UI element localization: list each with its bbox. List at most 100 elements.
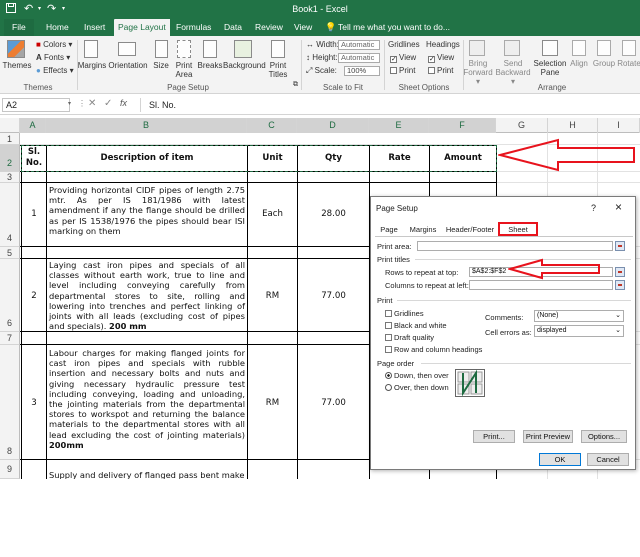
size-button[interactable]: Size <box>150 61 172 70</box>
selection-pane-button[interactable]: Selection Pane <box>532 59 568 77</box>
tab-home[interactable]: Home <box>44 19 71 36</box>
row-header-1[interactable]: 1 <box>0 133 20 145</box>
column-header-c[interactable]: C <box>247 118 297 133</box>
header-sl-no[interactable]: Sl. No. <box>22 147 46 169</box>
align-button[interactable]: Align <box>566 59 592 68</box>
group-icon[interactable] <box>597 40 611 56</box>
group-button[interactable]: Group <box>591 59 617 68</box>
header-rate[interactable]: Rate <box>370 153 429 163</box>
send-backward-button[interactable]: Send Backward ▾ <box>494 59 532 86</box>
collapse-cols-repeat-icon[interactable] <box>615 280 625 290</box>
size-icon[interactable] <box>155 40 168 58</box>
collapse-print-area-icon[interactable] <box>615 241 625 251</box>
item-2-description[interactable]: Laying cast iron pipes and specials of a… <box>49 260 245 331</box>
print-area-button[interactable]: Print Area <box>172 61 196 79</box>
column-header-b[interactable]: B <box>46 118 247 133</box>
colors-button[interactable]: ■ Colors ▾ <box>36 40 72 49</box>
tell-me-box[interactable]: Tell me what you want to do... <box>338 19 450 36</box>
comments-select[interactable]: (None) ⌄ <box>534 310 624 322</box>
bring-forward-icon[interactable] <box>469 40 485 56</box>
tab-file[interactable]: File <box>4 19 34 36</box>
orientation-button[interactable]: Orientation <box>106 61 150 70</box>
align-icon[interactable] <box>572 40 586 56</box>
height-dropdown[interactable]: Automatic <box>338 53 380 63</box>
column-header-g[interactable]: G <box>496 118 548 133</box>
row-header-2[interactable]: 2 <box>0 145 20 172</box>
fonts-button[interactable]: A Fonts ▾ <box>36 53 70 62</box>
item-4-description-partial[interactable]: Supply and delivery of flanged pass bent… <box>49 470 245 479</box>
gridlines-print-checkbox[interactable]: Print <box>390 66 415 75</box>
down-then-over-radio[interactable]: Down, then over <box>385 371 449 380</box>
item-2-sl[interactable]: 2 <box>22 291 46 301</box>
header-unit[interactable]: Unit <box>248 153 297 163</box>
tab-view[interactable]: View <box>292 19 314 36</box>
cancel-icon[interactable]: ✕ <box>88 98 96 109</box>
tab-insert[interactable]: Insert <box>82 19 107 36</box>
help-button[interactable]: ? <box>591 203 596 213</box>
black-white-checkbox[interactable]: Black and white <box>385 321 447 330</box>
print-titles-button[interactable]: Print Titles <box>265 61 291 79</box>
item-3-description[interactable]: Labour charges for making flanged joints… <box>49 348 245 450</box>
item-2-qty[interactable]: 77.00 <box>298 291 369 301</box>
tab-review[interactable]: Review <box>253 19 285 36</box>
background-icon[interactable] <box>234 40 252 58</box>
row-header-3[interactable]: 3 <box>0 172 20 183</box>
item-2-unit[interactable]: RM <box>248 291 297 301</box>
row-header-7[interactable]: 7 <box>0 332 20 345</box>
headings-print-checkbox[interactable]: Print <box>428 66 453 75</box>
headings-view-checkbox[interactable]: View <box>428 53 454 63</box>
item-1-sl[interactable]: 1 <box>22 209 46 219</box>
item-1-qty[interactable]: 28.00 <box>298 209 369 219</box>
column-header-f[interactable]: F <box>429 118 496 133</box>
rotate-button[interactable]: Rotate <box>616 59 640 68</box>
effects-button[interactable]: ● Effects ▾ <box>36 66 74 75</box>
column-header-e[interactable]: E <box>369 118 429 133</box>
cancel-button[interactable]: Cancel <box>587 453 629 466</box>
row-header-6[interactable]: 6 <box>0 259 20 332</box>
print-button[interactable]: Print... <box>473 430 515 443</box>
themes-icon[interactable] <box>7 40 25 58</box>
collapse-rows-repeat-icon[interactable] <box>615 267 625 277</box>
column-header-i[interactable]: I <box>598 118 640 133</box>
scale-input[interactable]: 100% <box>344 66 380 76</box>
row-header-9[interactable]: 9 <box>0 460 20 479</box>
selection-pane-icon[interactable] <box>542 40 558 56</box>
header-description[interactable]: Description of item <box>47 153 247 163</box>
row-col-headings-checkbox[interactable]: Row and column headings <box>385 345 482 354</box>
gridlines-view-checkbox[interactable]: View <box>390 53 416 63</box>
name-box[interactable]: A2 <box>2 98 70 112</box>
ok-button[interactable]: OK <box>539 453 581 466</box>
send-backward-icon[interactable] <box>504 40 520 56</box>
item-1-description[interactable]: Providing horizontal CIDF pipes of lengt… <box>49 185 245 236</box>
row-header-5[interactable]: 5 <box>0 247 20 259</box>
dialog-tab-header-footer[interactable]: Header/Footer <box>444 224 496 236</box>
dialog-close-button[interactable]: × <box>615 200 622 214</box>
themes-button-label[interactable]: Themes <box>2 61 32 70</box>
background-button[interactable]: Background <box>223 61 266 70</box>
orientation-icon[interactable] <box>118 42 136 56</box>
column-header-h[interactable]: H <box>548 118 598 133</box>
tab-formulas[interactable]: Formulas <box>174 19 213 36</box>
print-area-icon[interactable] <box>177 40 191 58</box>
margins-button[interactable]: Margins <box>76 61 108 70</box>
formula-input[interactable]: Sl. No. <box>140 98 640 112</box>
item-3-unit[interactable]: RM <box>248 398 297 408</box>
page-setup-launcher-icon[interactable]: ⧉ <box>293 81 298 89</box>
print-preview-button[interactable]: Print Preview <box>523 430 573 443</box>
width-dropdown[interactable]: Automatic <box>338 40 380 50</box>
options-button[interactable]: Options... <box>581 430 627 443</box>
dialog-tab-page[interactable]: Page <box>377 224 401 236</box>
dialog-tab-margins[interactable]: Margins <box>404 224 442 236</box>
item-3-sl[interactable]: 3 <box>22 398 46 408</box>
row-header-4[interactable]: 4 <box>0 183 20 247</box>
dialog-tab-sheet[interactable]: Sheet <box>498 222 538 236</box>
select-all-corner[interactable] <box>0 118 20 133</box>
over-then-down-radio[interactable]: Over, then down <box>385 383 449 392</box>
column-header-d[interactable]: D <box>297 118 369 133</box>
print-titles-icon[interactable] <box>271 40 285 58</box>
column-header-a[interactable]: A <box>20 118 46 133</box>
enter-icon[interactable]: ✓ <box>104 98 112 109</box>
tab-page-layout[interactable]: Page Layout <box>114 19 170 36</box>
breaks-icon[interactable] <box>203 40 217 58</box>
breaks-button[interactable]: Breaks <box>197 61 223 70</box>
